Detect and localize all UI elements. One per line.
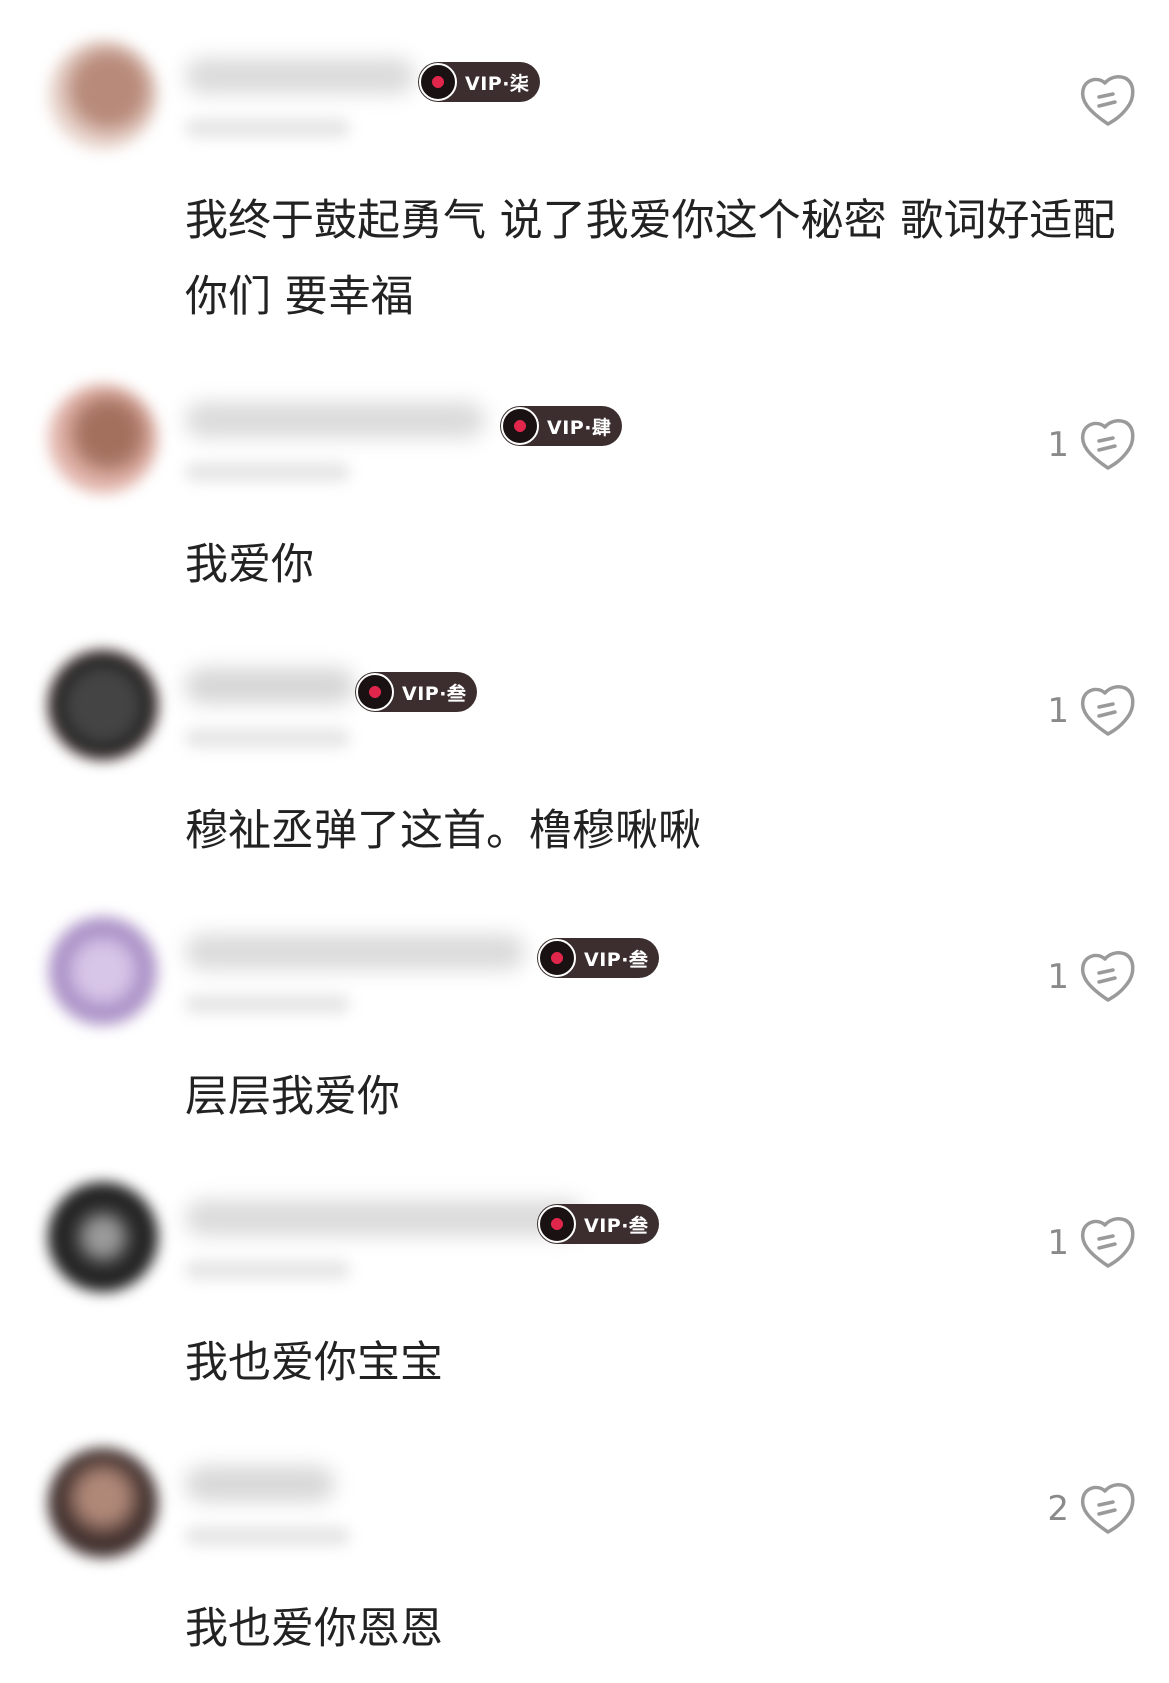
username-blurred[interactable] [185,934,525,970]
vinyl-disc-icon [538,1205,576,1243]
comment-meta-blurred [185,118,350,138]
username-blurred[interactable] [185,668,355,704]
like-button[interactable]: 2 [1047,1478,1139,1540]
comment-text: 穆祉丞弹了这首。橹穆啾啾 [185,806,701,856]
avatar[interactable] [48,1182,158,1292]
comment-item: VIP·叁 1 层层我爱你 [0,876,1169,1144]
like-count: 1 [1047,957,1069,997]
comment-text: 层层我爱你 [185,1072,400,1122]
like-button[interactable]: 1 [1047,414,1139,476]
username-blurred[interactable] [185,58,415,94]
like-button[interactable]: 1 [1047,680,1139,742]
vip-badge[interactable]: VIP·叁 [537,938,659,978]
heart-like-icon[interactable] [1077,414,1139,476]
comment-item: VIP·叁 1 我也爱你宝宝 [0,1142,1169,1410]
vip-badge[interactable]: VIP·叁 [355,672,477,712]
like-count: 1 [1047,691,1069,731]
like-button[interactable] [1069,70,1139,132]
comment-meta-blurred [185,1526,350,1546]
comment-text: 我终于鼓起勇气 说了我爱你这个秘密 歌词好适配你们 要幸福 [185,196,1116,322]
comment-item: VIP·柒 我终于鼓起勇气 说了我爱你这个秘密 歌词好适配你们 要幸福 [0,0,1169,322]
comment-item: VIP·肆 1 我爱你 [0,344,1169,612]
comment-meta-blurred [185,994,350,1014]
like-button[interactable]: 1 [1047,946,1139,1008]
avatar[interactable] [48,1448,158,1558]
like-count: 2 [1047,1489,1069,1529]
comment-meta-blurred [185,728,350,748]
comment-text: 我也爱你宝宝 [185,1338,443,1388]
comment-item: VIP·叁 1 穆祉丞弹了这首。橹穆啾啾 [0,610,1169,878]
avatar[interactable] [48,384,158,494]
vinyl-disc-icon [538,939,576,977]
username-blurred[interactable] [185,402,485,438]
username-blurred[interactable] [185,1200,585,1236]
comment-meta-blurred [185,462,350,482]
like-button[interactable]: 1 [1047,1212,1139,1274]
vip-badge-label: VIP·肆 [547,416,612,439]
heart-like-icon[interactable] [1077,1478,1139,1540]
vinyl-disc-icon [501,407,539,445]
vip-badge[interactable]: VIP·柒 [418,62,540,102]
heart-like-icon[interactable] [1077,70,1139,132]
avatar[interactable] [48,40,158,150]
avatar[interactable] [48,916,158,1026]
vinyl-disc-icon [419,63,457,101]
heart-like-icon[interactable] [1077,946,1139,1008]
heart-like-icon[interactable] [1077,680,1139,742]
heart-like-icon[interactable] [1077,1212,1139,1274]
vip-badge-label: VIP·叁 [584,1214,649,1237]
vip-badge-label: VIP·叁 [584,948,649,971]
comment-text: 我爱你 [185,540,314,590]
username-blurred[interactable] [185,1466,335,1502]
vip-badge-label: VIP·叁 [402,682,467,705]
comment-item: 2 我也爱你恩恩 [0,1408,1169,1676]
comment-text: 我也爱你恩恩 [185,1604,443,1654]
like-count: 1 [1047,425,1069,465]
vinyl-disc-icon [356,673,394,711]
vip-badge[interactable]: VIP·叁 [537,1204,659,1244]
like-count: 1 [1047,1223,1069,1263]
vip-badge-label: VIP·柒 [465,72,530,95]
avatar[interactable] [48,650,158,760]
vip-badge[interactable]: VIP·肆 [500,406,622,446]
comment-meta-blurred [185,1260,350,1280]
